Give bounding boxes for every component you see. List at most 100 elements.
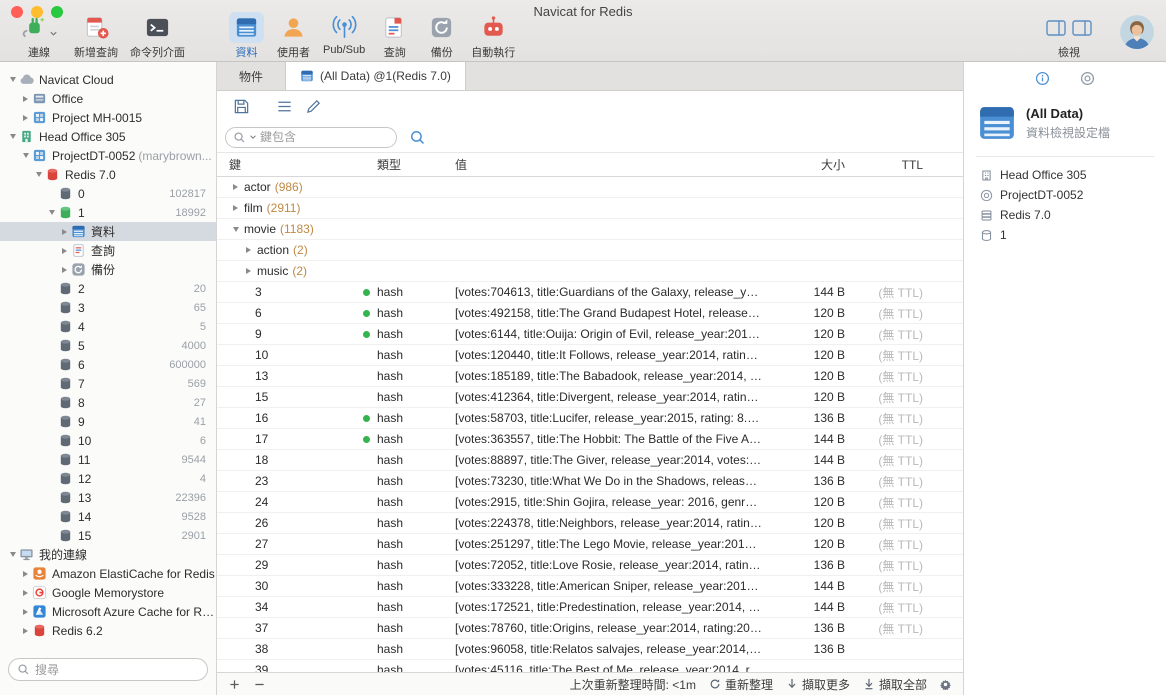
disclosure-arrow-icon[interactable] [242,240,255,260]
sidebar-search-input[interactable] [35,663,199,677]
toolbar-item-cli[interactable]: 命令列介面 [124,12,191,60]
tree-item[interactable]: Amazon ElastiCache for Redis [0,564,216,583]
table-group-row[interactable]: movie1183 [217,219,963,240]
table-row[interactable]: 27hash[votes:251297, title:The Lego Movi… [217,534,963,555]
table-row[interactable]: 3hash[votes:704613, title:Guardians of t… [217,282,963,303]
disclosure-arrow-icon[interactable] [229,177,242,197]
disclosure-arrow-icon[interactable] [19,583,32,602]
chevron-down-icon[interactable] [249,133,257,141]
table-row[interactable]: 24hash[votes:2915, title:Shin Gojira, re… [217,492,963,513]
table-row[interactable]: 6hash[votes:492158, title:The Grand Buda… [217,303,963,324]
toolbar-item-connection[interactable]: 連線 [10,12,68,60]
toolbar-item-data[interactable]: 資料 [223,12,270,60]
tree-item[interactable]: 0102817 [0,184,216,203]
tree-item[interactable]: 106 [0,431,216,450]
disclosure-arrow-icon[interactable] [19,146,32,165]
list-view-button[interactable] [276,98,293,115]
disclosure-arrow-icon[interactable] [19,108,32,127]
user-avatar[interactable] [1120,15,1154,49]
search-button[interactable] [409,129,426,146]
table-row[interactable]: 15hash[votes:412364, title:Divergent, re… [217,387,963,408]
tree-item[interactable]: 資料 [0,222,216,241]
tree-item[interactable]: 124 [0,469,216,488]
settings-button[interactable] [940,679,951,690]
fetch-more-button[interactable]: 擷取更多 [786,676,850,693]
tree-item[interactable]: 149528 [0,507,216,526]
remove-key-button[interactable] [254,679,265,690]
disclosure-arrow-icon[interactable] [19,89,32,108]
disclosure-arrow-icon[interactable] [242,261,255,281]
save-button[interactable] [233,98,250,115]
toolbar-item-backup[interactable]: 備份 [418,12,465,60]
disclosure-arrow-icon[interactable] [45,203,58,222]
tree-item[interactable]: Microsoft Azure Cache for Redis [0,602,216,621]
tree-item[interactable]: 我的連線 [0,545,216,564]
disclosure-arrow-icon[interactable] [19,564,32,583]
tree-item[interactable]: 365 [0,298,216,317]
toolbar-item-users[interactable]: 使用者 [270,12,317,60]
toolbar-item-new-query[interactable]: 新增查詢 [68,12,124,60]
tree-item[interactable]: Project MH-0015 [0,108,216,127]
table-group-row[interactable]: action2 [217,240,963,261]
tree-item[interactable]: ProjectDT-0052(marybrown... [0,146,216,165]
table-group-row[interactable]: music2 [217,261,963,282]
toolbar-item-query[interactable]: 查詢 [371,12,418,60]
tree-item[interactable]: 152901 [0,526,216,545]
tree-item[interactable]: 119544 [0,450,216,469]
add-key-button[interactable] [229,679,240,690]
disclosure-arrow-icon[interactable] [229,219,242,239]
table-group-row[interactable]: actor986 [217,177,963,198]
disclosure-arrow-icon[interactable] [6,127,19,146]
options-tab-button[interactable] [1080,71,1095,86]
column-header-size[interactable]: 大小 [769,156,849,173]
tree-item[interactable]: 45 [0,317,216,336]
disclosure-arrow-icon[interactable] [6,70,19,89]
close-button[interactable] [11,6,23,18]
tree-item[interactable]: 827 [0,393,216,412]
tree-item[interactable]: 1322396 [0,488,216,507]
toolbar-item-view[interactable]: 檢視 [1036,12,1102,60]
disclosure-arrow-icon[interactable] [19,602,32,621]
sidebar-search-box[interactable] [8,658,208,681]
disclosure-arrow-icon[interactable] [32,165,45,184]
tree-item[interactable]: 6600000 [0,355,216,374]
column-header-key[interactable]: 鍵 [217,153,357,176]
table-row[interactable]: 30hash[votes:333228, title:American Snip… [217,576,963,597]
table-row[interactable]: 17hash[votes:363557, title:The Hobbit: T… [217,429,963,450]
toolbar-item-pubsub[interactable]: Pub/Sub [317,12,371,56]
key-filter-input[interactable] [260,130,389,144]
disclosure-arrow-icon[interactable] [6,545,19,564]
table-row[interactable]: 39hash[votes:45116, title:The Best of Me… [217,660,963,672]
table-row[interactable]: 34hash[votes:172521, title:Predestinatio… [217,597,963,618]
table-row[interactable]: 29hash[votes:72052, title:Love Rosie, re… [217,555,963,576]
tree-item[interactable]: 查詢 [0,241,216,260]
tree-item[interactable]: 備份 [0,260,216,279]
tree-item[interactable]: 118992 [0,203,216,222]
tree-item[interactable]: Office [0,89,216,108]
minimize-button[interactable] [31,6,43,18]
refresh-button[interactable]: 重新整理 [709,676,773,693]
tree-item[interactable]: 7569 [0,374,216,393]
key-filter-box[interactable] [225,127,397,148]
disclosure-arrow-icon[interactable] [229,198,242,218]
disclosure-arrow-icon[interactable] [58,241,71,260]
tree-item[interactable]: 941 [0,412,216,431]
tree-item[interactable]: Head Office 305 [0,127,216,146]
table-row[interactable]: 18hash[votes:88897, title:The Giver, rel… [217,450,963,471]
table-row[interactable]: 38hash[votes:96058, title:Relatos salvaj… [217,639,963,660]
tree-item[interactable]: Redis 6.2 [0,621,216,640]
disclosure-arrow-icon[interactable] [58,260,71,279]
table-row[interactable]: 26hash[votes:224378, title:Neighbors, re… [217,513,963,534]
disclosure-arrow-icon[interactable] [19,621,32,640]
tab-objects[interactable]: 物件 [217,62,286,90]
tab-data-view[interactable]: (All Data) @1(Redis 7.0) [286,62,466,90]
zoom-button[interactable] [51,6,63,18]
column-header-value[interactable]: 值 [455,156,769,173]
tree-item[interactable]: 54000 [0,336,216,355]
edit-button[interactable] [305,98,322,115]
table-group-row[interactable]: film2911 [217,198,963,219]
fetch-all-button[interactable]: 擷取全部 [863,676,927,693]
table-row[interactable]: 9hash[votes:6144, title:Ouija: Origin of… [217,324,963,345]
tree-item[interactable]: Navicat Cloud [0,70,216,89]
column-header-type[interactable]: 類型 [375,156,455,173]
